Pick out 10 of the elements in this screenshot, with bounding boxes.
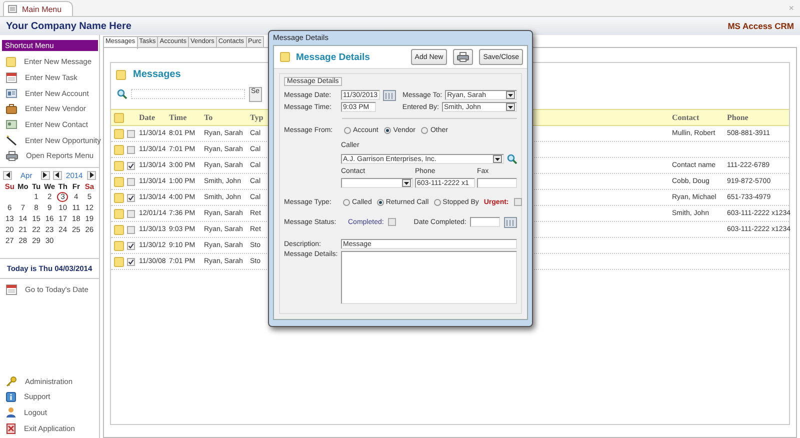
- column-header[interactable]: Time: [169, 113, 204, 122]
- company-name: Your Company Name Here: [6, 20, 132, 32]
- section-title: Messages: [133, 69, 181, 80]
- column-header[interactable]: Date: [139, 113, 169, 122]
- dialog-heading: Message Details: [296, 52, 371, 62]
- column-header[interactable]: To: [204, 113, 250, 122]
- column-header[interactable]: Phone: [727, 113, 789, 122]
- app-title: MS Access CRM: [728, 21, 794, 31]
- main-menu-tab[interactable]: Main Menu: [3, 1, 73, 16]
- column-header[interactable]: Contact: [672, 113, 727, 122]
